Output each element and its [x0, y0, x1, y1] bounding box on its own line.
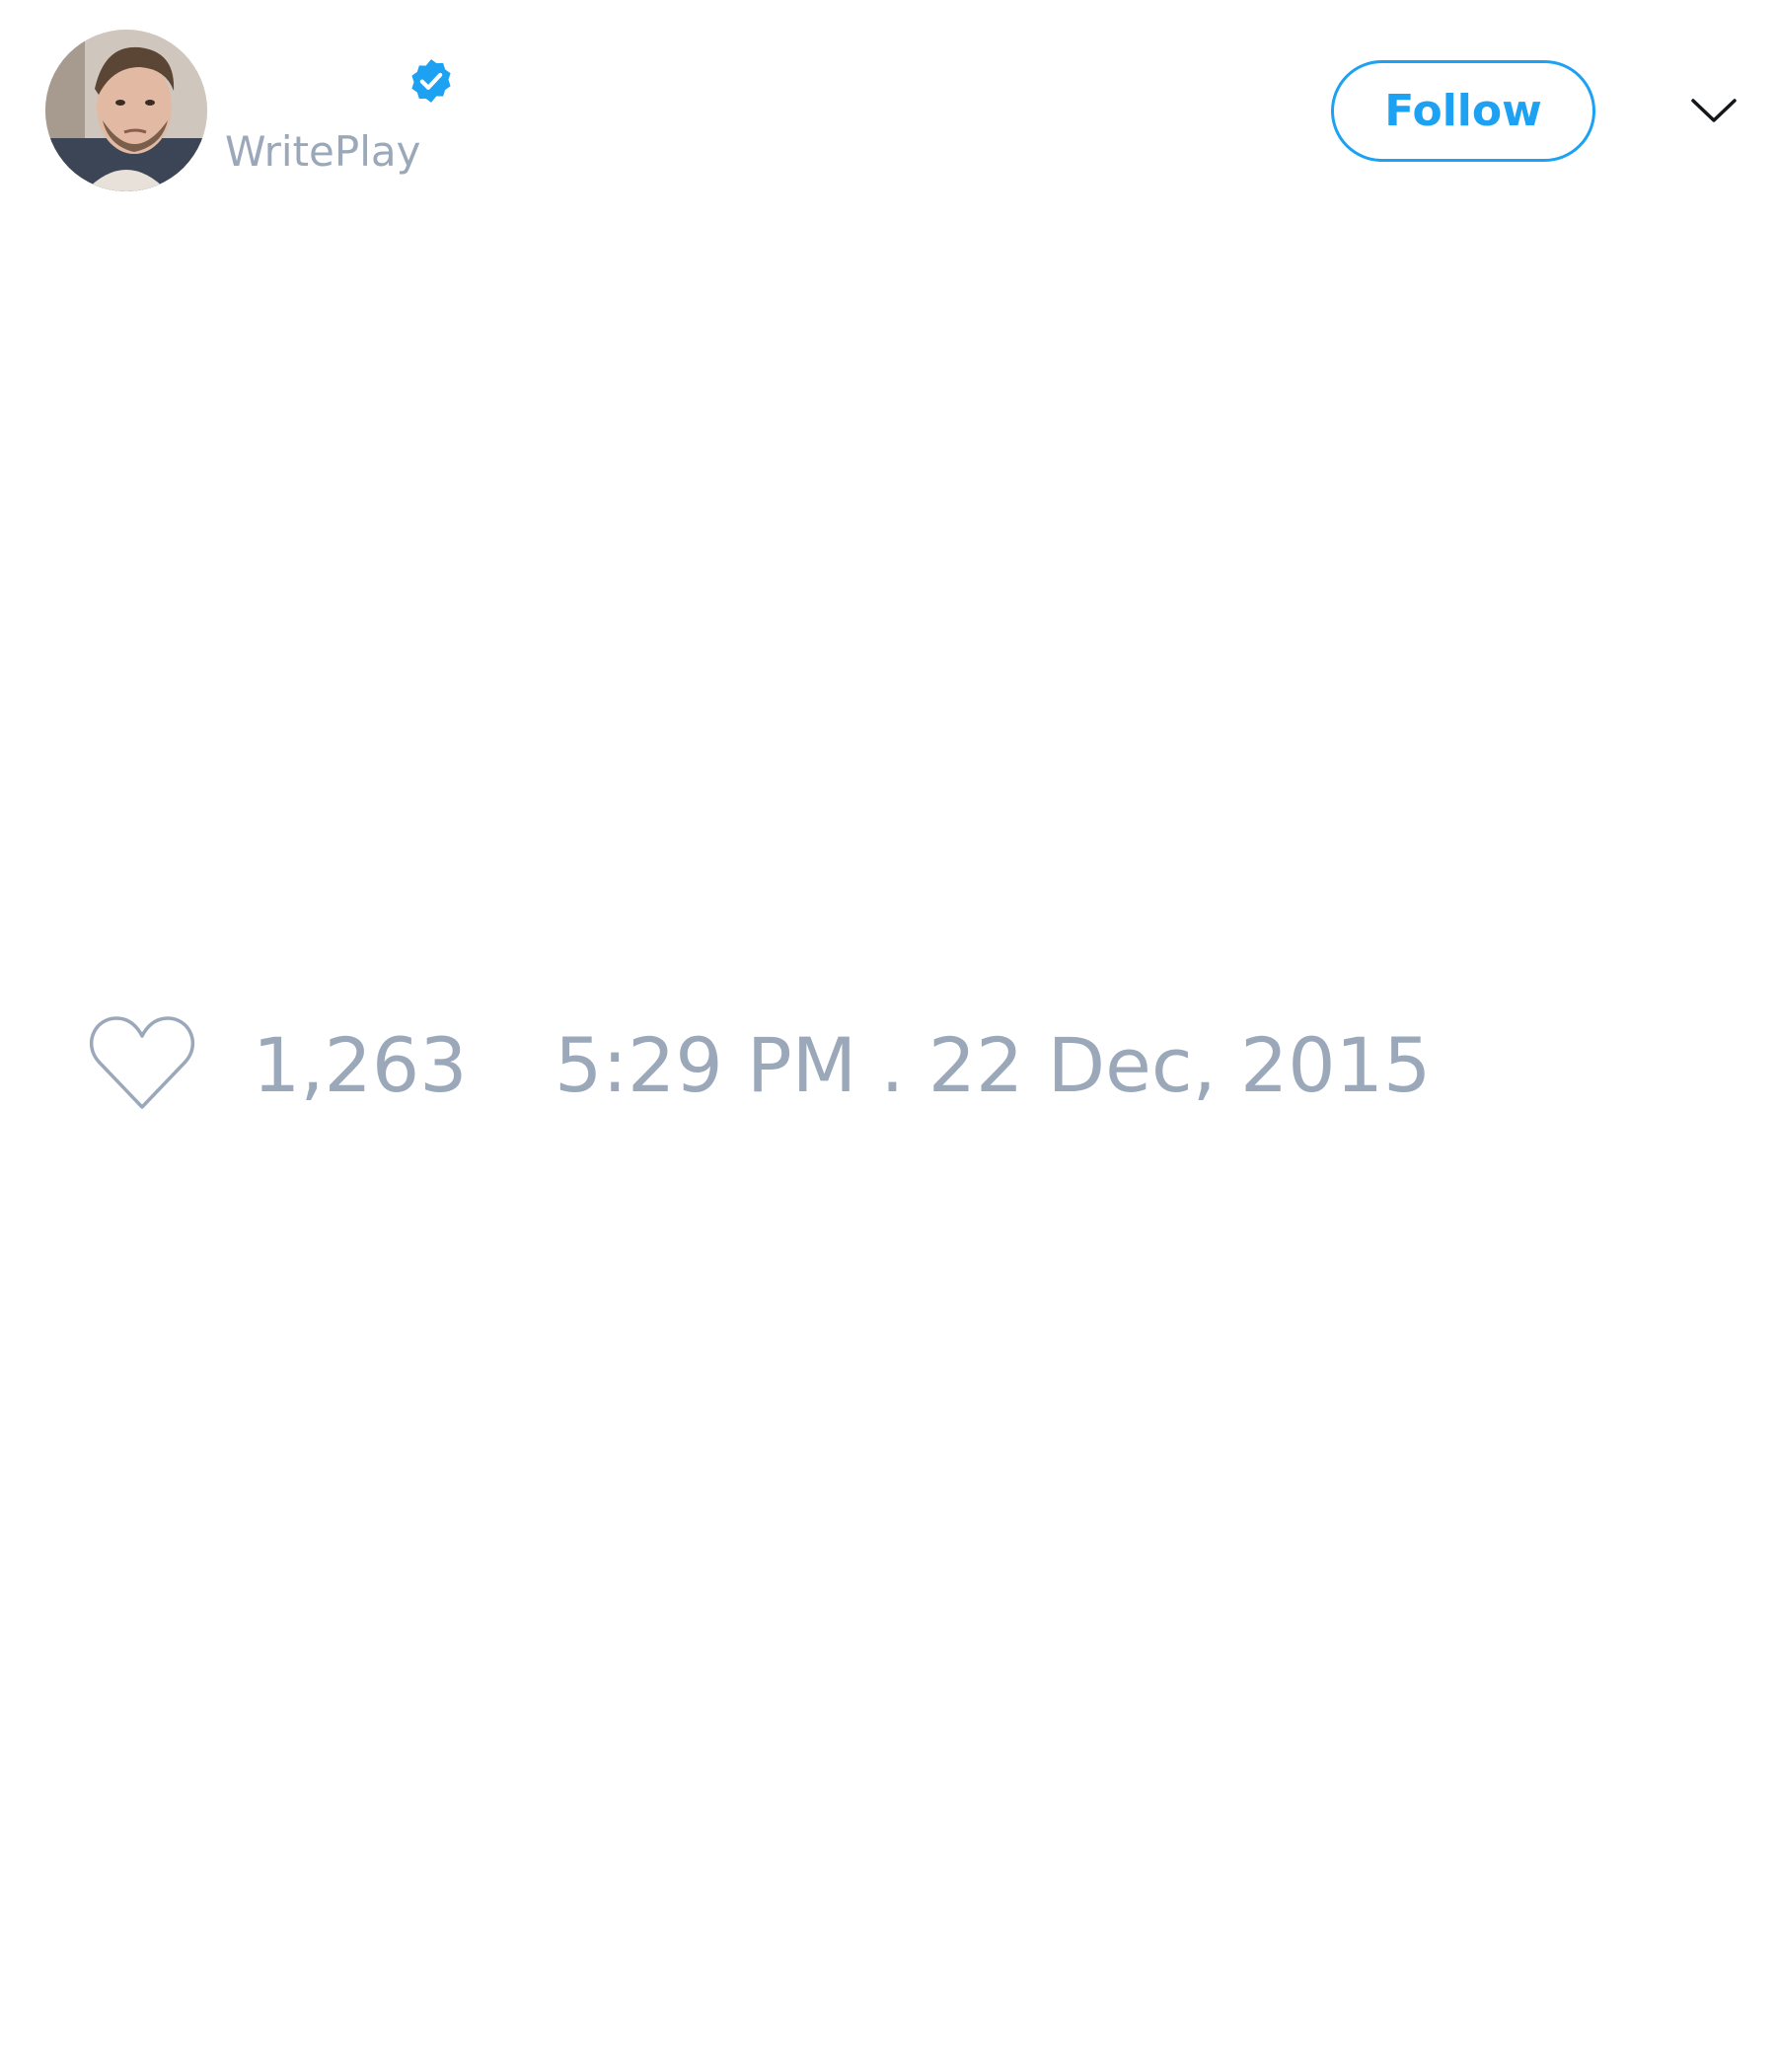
verified-badge-icon: [411, 59, 451, 103]
avatar-photo: [45, 30, 207, 191]
author-handle[interactable]: WritePlay: [225, 126, 420, 178]
tweet-timestamp[interactable]: 5:29 PM . 22 Dec, 2015: [555, 1021, 1431, 1110]
like-count: 1,263: [253, 1021, 468, 1109]
chevron-down-icon[interactable]: [1689, 91, 1739, 130]
follow-button[interactable]: Follow: [1331, 60, 1595, 162]
avatar[interactable]: [45, 30, 207, 191]
heart-outline-icon[interactable]: [87, 1014, 197, 1113]
